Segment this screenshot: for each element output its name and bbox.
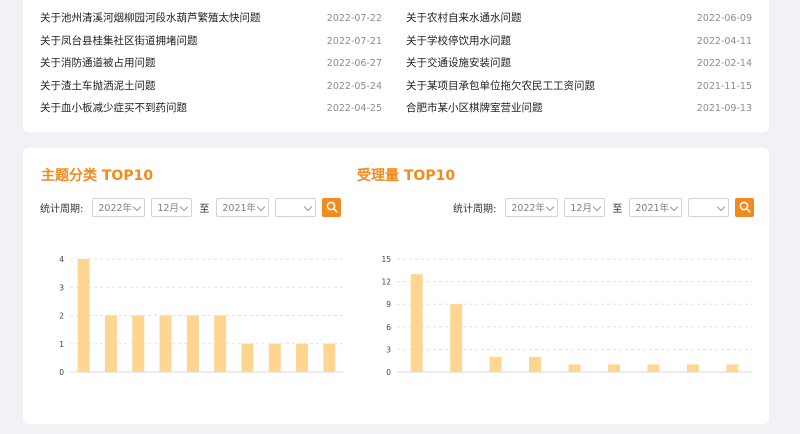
bar — [607, 364, 620, 372]
bar — [104, 315, 117, 372]
issue-list-item[interactable]: 关于学校停饮用水问题 2022-04-11 — [406, 23, 752, 47]
issue-list-item[interactable]: 关于农村自来水通水问题 2022-06-09 — [406, 0, 752, 24]
bar — [450, 304, 463, 372]
bar — [647, 364, 660, 372]
issue-list-item[interactable]: 关于血小板减少症买不到药问题 2022-04-25 — [40, 90, 382, 115]
issue-title[interactable]: 合肥市某小区棋牌室营业问题 — [406, 101, 543, 115]
period-label: 统计周期: — [40, 203, 84, 215]
y-tick-label: 4 — [59, 256, 64, 264]
bar — [268, 343, 281, 372]
y-tick-label: 12 — [381, 278, 391, 287]
bar — [214, 315, 227, 372]
y-tick-label: 1 — [59, 340, 64, 349]
search-icon — [326, 201, 338, 213]
bar — [296, 343, 309, 372]
issues-list-left: 关于严重超限超载问题2022-07-28关于池州清溪河烟柳园河段水葫芦繁殖太快问… — [40, 0, 382, 115]
y-tick-label: 15 — [381, 256, 391, 264]
statistics-card: 主题分类 TOP10 统计周期: 2022年 12月 至 2021年 01234… — [23, 148, 769, 424]
issue-list-item[interactable]: 关于消防通道被占用问题 2022-06-27 — [40, 45, 382, 69]
month-to-select[interactable] — [275, 197, 317, 217]
y-tick-label: 9 — [386, 300, 391, 309]
bar — [489, 356, 502, 372]
chevron-down-icon — [257, 202, 266, 211]
search-button[interactable] — [322, 197, 342, 217]
acceptance-volume-bar-chart: 0 3 6 9 12 15 — [381, 256, 752, 377]
chevron-down-icon — [180, 202, 189, 211]
month-from-select[interactable]: 12月 — [151, 197, 193, 217]
bar — [159, 315, 172, 372]
search-button[interactable] — [735, 197, 755, 217]
bar — [568, 364, 581, 372]
issue-list-item[interactable]: 关于凤台县桂集社区街道拥堵问题 2022-07-21 — [40, 23, 382, 47]
bar — [726, 364, 739, 372]
range-separator: 至 — [612, 203, 623, 215]
issue-date: 2021-09-13 — [696, 103, 752, 114]
bar — [686, 364, 699, 372]
issue-list-item[interactable]: 关于池州清溪河烟柳园河段水葫芦繁殖太快问题 2022-07-22 — [40, 0, 382, 24]
bar — [77, 259, 90, 372]
chevron-down-icon — [717, 202, 726, 211]
chevron-down-icon — [593, 202, 602, 211]
issue-list-item[interactable]: 关于交通设施安装问题 2022-02-14 — [406, 45, 752, 69]
bar — [186, 315, 199, 372]
issues-list-right: 关于学校周边交通问题2022-06-30关于农村自来水通水问题2022-06-0… — [406, 0, 752, 115]
year-from-select[interactable]: 2022年 — [92, 197, 146, 217]
y-tick-label: 2 — [59, 312, 64, 321]
y-tick-label: 0 — [59, 368, 64, 377]
issue-list-item[interactable]: 合肥市某小区棋牌室营业问题 2021-09-13 — [406, 90, 752, 115]
y-tick-label: 6 — [386, 323, 391, 332]
topic-category-bar-chart: 0 1 2 3 4 — [59, 256, 343, 377]
y-tick-label: 3 — [59, 283, 64, 292]
issue-title[interactable]: 关于血小板减少症买不到药问题 — [40, 101, 187, 115]
year-to-select[interactable]: 2021年 — [629, 197, 683, 217]
bar — [410, 274, 423, 372]
period-label: 统计周期: — [453, 203, 497, 215]
bar — [323, 343, 336, 372]
bar — [132, 315, 145, 372]
y-tick-label: 0 — [386, 368, 391, 377]
bar — [529, 356, 542, 372]
month-from-select[interactable]: 12月 — [564, 197, 606, 217]
chevron-down-icon — [133, 202, 142, 211]
issue-date: 2022-04-25 — [326, 103, 382, 114]
panel-title: 主题分类 TOP10 — [41, 168, 154, 184]
range-separator: 至 — [199, 203, 210, 215]
month-to-select[interactable] — [688, 197, 730, 217]
bar — [241, 343, 254, 372]
issue-list-item[interactable]: 关于某项目承包单位拖欠农民工工资问题 2021-11-15 — [406, 68, 752, 92]
period-filter: 统计周期: 2022年 12月 至 2021年 — [40, 197, 342, 217]
year-to-select[interactable]: 2021年 — [216, 197, 270, 217]
y-tick-label: 3 — [386, 345, 391, 354]
period-filter: 统计周期: 2022年 12月 至 2021年 — [453, 197, 755, 217]
year-from-select[interactable]: 2022年 — [505, 197, 559, 217]
issue-list-item[interactable]: 关于渣土车抛洒泥土问题 2022-05-24 — [40, 68, 382, 92]
search-icon — [739, 201, 751, 213]
recent-issues-card: 关于严重超限超载问题2022-07-28关于池州清溪河烟柳园河段水葫芦繁殖太快问… — [23, 0, 769, 132]
chevron-down-icon — [670, 202, 679, 211]
chevron-down-icon — [304, 202, 313, 211]
chevron-down-icon — [546, 202, 555, 211]
panel-title: 受理量 TOP10 — [357, 168, 456, 184]
